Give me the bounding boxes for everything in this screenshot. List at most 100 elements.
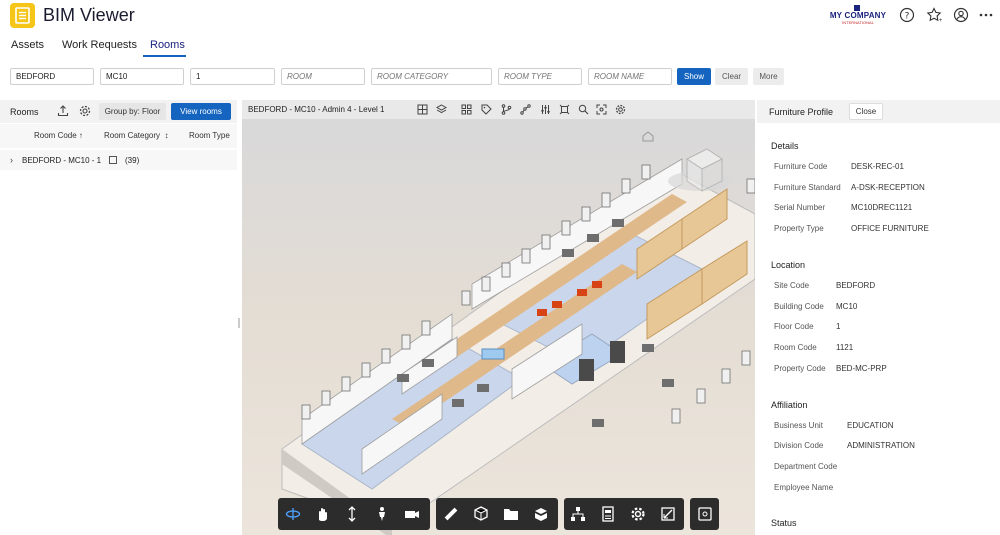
- show-button[interactable]: Show: [677, 68, 711, 85]
- viewer-settings-icon[interactable]: [615, 104, 626, 115]
- folder-icon[interactable]: [503, 506, 519, 522]
- screenshot-icon[interactable]: [596, 104, 607, 115]
- settings-icon[interactable]: [79, 105, 91, 117]
- row-count: (39): [125, 156, 140, 165]
- tab-assets[interactable]: Assets: [11, 39, 44, 51]
- active-tab-indicator: [143, 55, 186, 57]
- favorites-icon[interactable]: +: [926, 7, 942, 23]
- pan-icon[interactable]: [314, 506, 330, 522]
- prop-value: A-DSK-RECEPTION: [851, 183, 925, 192]
- properties-icon[interactable]: [600, 506, 616, 522]
- room-filter-input[interactable]: [281, 68, 365, 85]
- row-floor-label: BEDFORD - MC10 - 1: [22, 156, 102, 165]
- zoom-icon[interactable]: [344, 506, 360, 522]
- app-title: BIM Viewer: [43, 5, 135, 25]
- tab-work-requests[interactable]: Work Requests: [62, 39, 137, 51]
- rooms-panel-header: Rooms Group by: Floor View rooms: [0, 100, 237, 123]
- orbit-icon[interactable]: [285, 506, 301, 522]
- section-details-title: Details: [771, 141, 799, 151]
- sliders-icon[interactable]: [540, 104, 551, 115]
- section-status-title: Status: [771, 518, 797, 528]
- fit-view-icon[interactable]: [559, 104, 570, 115]
- gear-icon[interactable]: [630, 506, 646, 522]
- col-room-category[interactable]: Room Category ↕: [104, 131, 168, 140]
- sort-icon: ↕: [164, 131, 169, 140]
- section-icon[interactable]: [473, 506, 489, 522]
- more-menu-icon[interactable]: [978, 7, 994, 23]
- company-name: MY COMPANY: [829, 11, 887, 20]
- tab-rooms[interactable]: Rooms: [150, 39, 185, 51]
- room-category-filter-input[interactable]: [371, 68, 492, 85]
- sort-up-icon: ↑: [78, 131, 83, 140]
- prop-label: Room Code: [774, 343, 817, 352]
- building-model[interactable]: [242, 119, 755, 535]
- more-button[interactable]: More: [753, 68, 784, 85]
- profile-header: Furniture Profile Close: [757, 100, 1000, 123]
- rooms-panel: Rooms Group by: Floor View rooms Room Co…: [0, 100, 237, 535]
- building-filter-input[interactable]: [100, 68, 184, 85]
- prop-value: ADMINISTRATION: [847, 441, 915, 450]
- prop-value: BEDFORD: [836, 281, 876, 290]
- app-header: BIM Viewer MY COMPANY INTERNATIONAL ? +: [0, 0, 1000, 32]
- prop-label: Serial Number: [774, 203, 826, 212]
- export-icon[interactable]: [57, 105, 69, 117]
- panel-resize-handle[interactable]: [238, 318, 240, 328]
- prop-label: Furniture Code: [774, 162, 828, 171]
- prop-value: BED-MC-PRP: [836, 364, 887, 373]
- close-button[interactable]: Close: [849, 103, 883, 120]
- camera-icon[interactable]: [404, 506, 420, 522]
- search-icon[interactable]: [578, 104, 589, 115]
- branch-icon[interactable]: [501, 104, 512, 115]
- grid-icon[interactable]: [461, 104, 472, 115]
- chevron-right-icon[interactable]: ›: [10, 155, 13, 165]
- prop-label: Division Code: [774, 441, 824, 450]
- tag-icon[interactable]: [481, 104, 492, 115]
- tools-toolbar: [436, 498, 558, 530]
- prop-value: DESK-REC-01: [851, 162, 904, 171]
- minimap-icon[interactable]: [697, 506, 713, 522]
- prop-value: MC10DREC1121: [851, 203, 913, 212]
- section-location-title: Location: [771, 260, 806, 270]
- help-icon[interactable]: ?: [899, 7, 915, 23]
- floor-filter-input[interactable]: [190, 68, 275, 85]
- filter-bar: Show Clear More: [0, 68, 1000, 86]
- col-room-code[interactable]: Room Code ↑: [34, 131, 83, 140]
- network-icon[interactable]: [520, 104, 531, 115]
- navigation-toolbar: [278, 498, 430, 530]
- floor-plan-icon[interactable]: [417, 104, 428, 115]
- home-view-icon[interactable]: [642, 131, 654, 142]
- prop-label: Site Code: [774, 281, 810, 290]
- col-room-type[interactable]: Room Type: [189, 131, 230, 140]
- svg-text:?: ?: [905, 11, 910, 21]
- layers-icon[interactable]: [436, 104, 447, 115]
- model-toolbar: [564, 498, 684, 530]
- viewer-header: BEDFORD - MC10 - Admin 4 - Level 1: [242, 100, 755, 119]
- measure-icon[interactable]: [443, 506, 459, 522]
- room-name-filter-input[interactable]: [588, 68, 672, 85]
- svg-text:+: +: [939, 18, 942, 23]
- prop-label: Floor Code: [774, 322, 814, 331]
- room-type-filter-input[interactable]: [498, 68, 582, 85]
- clear-button[interactable]: Clear: [715, 68, 748, 85]
- rooms-table-header: Room Code ↑ Room Category ↕ Room Type: [0, 124, 237, 148]
- profile-title: Furniture Profile: [769, 107, 834, 117]
- model-browser-icon[interactable]: [570, 506, 586, 522]
- app-logo-icon[interactable]: [10, 3, 35, 28]
- group-by-button[interactable]: Group by: Floor: [99, 103, 166, 120]
- company-mark-icon: [854, 5, 860, 11]
- furniture-profile-panel: Furniture Profile Close Details Furnitur…: [757, 100, 1000, 535]
- account-icon[interactable]: [953, 7, 969, 23]
- row-checkbox[interactable]: [109, 156, 117, 164]
- fullscreen-icon[interactable]: [660, 506, 676, 522]
- table-row[interactable]: › BEDFORD - MC10 - 1 (39): [0, 150, 237, 170]
- prop-label: Furniture Standard: [774, 183, 841, 192]
- view-rooms-button[interactable]: View rooms: [171, 103, 231, 120]
- prop-label: Department Code: [774, 462, 838, 471]
- prop-label: Employee Name: [774, 483, 834, 492]
- first-person-icon[interactable]: [374, 506, 390, 522]
- explode-icon[interactable]: [533, 506, 549, 522]
- prop-value: EDUCATION: [847, 421, 894, 430]
- rooms-panel-title: Rooms: [10, 107, 39, 117]
- site-filter-input[interactable]: [10, 68, 94, 85]
- bim-3d-viewer[interactable]: BEDFORD - MC10 - Admin 4 - Level 1: [242, 100, 755, 535]
